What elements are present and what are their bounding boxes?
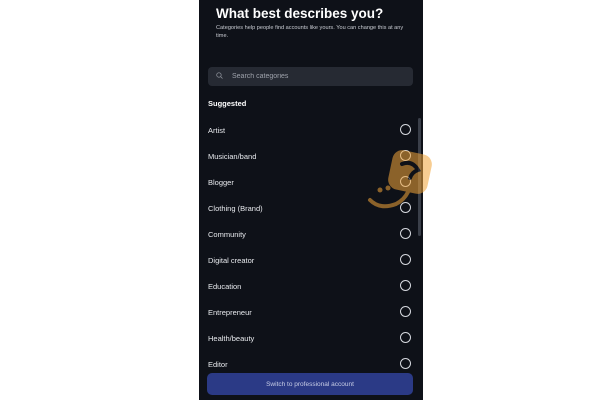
category-item[interactable]: Blogger bbox=[199, 169, 423, 195]
category-label: Artist bbox=[208, 126, 226, 135]
radio-button[interactable] bbox=[400, 124, 411, 135]
category-list: Artist Musician/band Blogger Clothing (B… bbox=[199, 117, 423, 377]
category-label: Entrepreneur bbox=[208, 308, 252, 317]
search-bar[interactable] bbox=[208, 67, 413, 86]
category-item[interactable]: Education bbox=[199, 273, 423, 299]
radio-button[interactable] bbox=[400, 358, 411, 369]
radio-button[interactable] bbox=[400, 150, 411, 161]
search-icon bbox=[216, 72, 223, 79]
radio-button[interactable] bbox=[400, 306, 411, 317]
category-label: Digital creator bbox=[208, 256, 255, 265]
category-item[interactable]: Health/beauty bbox=[199, 325, 423, 351]
search-input[interactable] bbox=[232, 67, 402, 86]
radio-button[interactable] bbox=[400, 202, 411, 213]
category-item[interactable]: Musician/band bbox=[199, 143, 423, 169]
category-label: Editor bbox=[208, 360, 228, 369]
category-item[interactable]: Artist bbox=[199, 117, 423, 143]
category-label: Community bbox=[208, 230, 246, 239]
switch-to-professional-button[interactable]: Switch to professional account bbox=[207, 373, 413, 395]
radio-button[interactable] bbox=[400, 280, 411, 291]
category-label: Blogger bbox=[208, 178, 234, 187]
radio-button[interactable] bbox=[400, 228, 411, 239]
section-label-suggested: Suggested bbox=[208, 99, 247, 108]
phone-screen: What best describes you? Categories help… bbox=[199, 0, 423, 400]
category-label: Clothing (Brand) bbox=[208, 204, 263, 213]
category-item[interactable]: Clothing (Brand) bbox=[199, 195, 423, 221]
category-item[interactable]: Entrepreneur bbox=[199, 299, 423, 325]
category-label: Musician/band bbox=[208, 152, 257, 161]
radio-button[interactable] bbox=[400, 176, 411, 187]
category-item[interactable]: Digital creator bbox=[199, 247, 423, 273]
page-title: What best describes you? bbox=[216, 6, 384, 21]
scrollbar[interactable] bbox=[418, 118, 421, 236]
category-label: Health/beauty bbox=[208, 334, 255, 343]
category-item[interactable]: Community bbox=[199, 221, 423, 247]
radio-button[interactable] bbox=[400, 254, 411, 265]
radio-button[interactable] bbox=[400, 332, 411, 343]
page-subtitle: Categories help people find accounts lik… bbox=[216, 25, 404, 39]
category-label: Education bbox=[208, 282, 242, 291]
